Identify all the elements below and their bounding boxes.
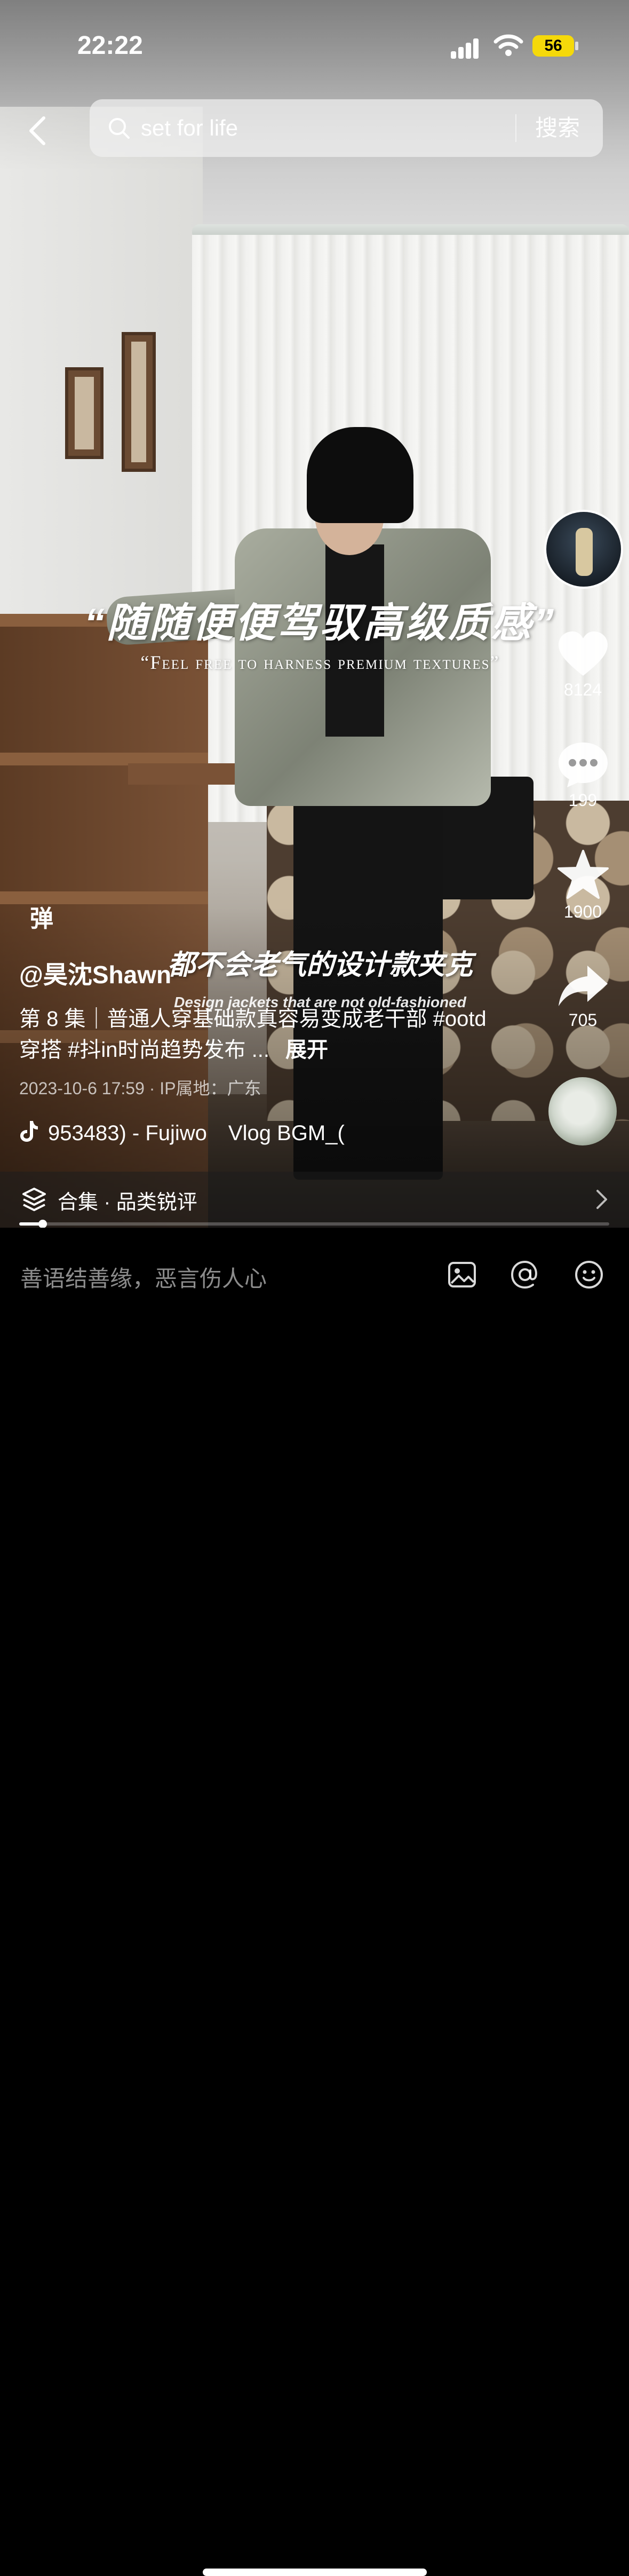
collection-label: 合集 · 品类锐评 xyxy=(58,1191,197,1214)
video-caption-en: “Feel free to harness premium textures” xyxy=(140,652,500,673)
share-button[interactable]: 705 xyxy=(539,963,627,1030)
heart-icon xyxy=(558,631,608,676)
wifi-icon xyxy=(493,34,523,56)
search-divider xyxy=(515,114,516,142)
status-bar: 22:22 56 xyxy=(0,0,629,91)
wall-frame xyxy=(122,332,156,472)
chevron-left-icon xyxy=(29,116,45,145)
favorite-button[interactable]: 1900 xyxy=(539,849,627,922)
battery-indicator: 56 xyxy=(532,35,574,57)
comment-input[interactable]: 善语结善缘，恶言伤人心 xyxy=(20,1261,267,1293)
wall-frame xyxy=(65,367,103,459)
description-text: 第 8 集｜普通人穿基础款真容易变成老干部 #ootd穿搭 #抖in时尚趋势发布… xyxy=(19,1007,487,1062)
music-title: 953483) - Fujiwo Vlog BGM_( xyxy=(48,1121,345,1145)
comment-icon xyxy=(558,742,608,787)
comment-bar: 善语结善缘，恶言伤人心 xyxy=(0,1228,629,2576)
favorite-count: 1900 xyxy=(563,902,602,921)
image-icon[interactable] xyxy=(446,1259,478,1291)
comment-button[interactable]: 199 xyxy=(539,740,627,810)
emoji-icon[interactable] xyxy=(573,1259,605,1291)
at-icon[interactable] xyxy=(509,1259,541,1291)
music-disc[interactable] xyxy=(548,1077,617,1145)
playback-progress[interactable] xyxy=(19,1220,609,1228)
cellular-signal-icon xyxy=(451,37,483,59)
star-icon xyxy=(557,850,609,899)
person-hat xyxy=(307,427,413,523)
expand-button[interactable]: 展开 xyxy=(285,1038,328,1062)
collection-bar[interactable]: 合集 · 品类锐评 xyxy=(0,1172,629,1228)
search-icon xyxy=(109,118,130,139)
like-button[interactable]: 8124 xyxy=(539,630,627,700)
search-input[interactable]: set for life xyxy=(141,113,238,143)
status-time: 22:22 xyxy=(77,31,143,60)
search-bar[interactable]: set for life 搜索 xyxy=(90,99,603,157)
post-meta: 2023-10-6 17:59 · IP属地：广东 xyxy=(19,1079,261,1098)
author-name[interactable]: @昊沈Shawn xyxy=(19,955,171,991)
video-caption-cn: “随随便便驾驭高级质感” xyxy=(84,600,556,646)
home-indicator xyxy=(203,2569,427,2576)
creator-avatar[interactable] xyxy=(544,510,623,589)
chevron-right-icon xyxy=(596,1190,607,1209)
tiktok-note-icon xyxy=(20,1121,38,1142)
search-button[interactable]: 搜索 xyxy=(535,113,580,143)
post-description[interactable]: 第 8 集｜普通人穿基础款真容易变成老干部 #ootd穿搭 #抖in时尚趋势发布… xyxy=(19,1003,489,1065)
share-count: 705 xyxy=(568,1010,598,1030)
back-button[interactable] xyxy=(21,109,53,152)
share-icon xyxy=(558,966,608,1006)
like-count: 8124 xyxy=(563,680,602,699)
danmaku-toggle[interactable]: 弹 xyxy=(30,899,53,934)
layers-icon xyxy=(22,1188,46,1211)
comment-count: 199 xyxy=(568,791,598,810)
battery-tip xyxy=(575,42,578,50)
video-subtitle-cn: 都不会老气的设计款夹克 xyxy=(167,950,473,981)
music-row[interactable]: 953483) - Fujiwo Vlog BGM_( xyxy=(19,1116,421,1147)
